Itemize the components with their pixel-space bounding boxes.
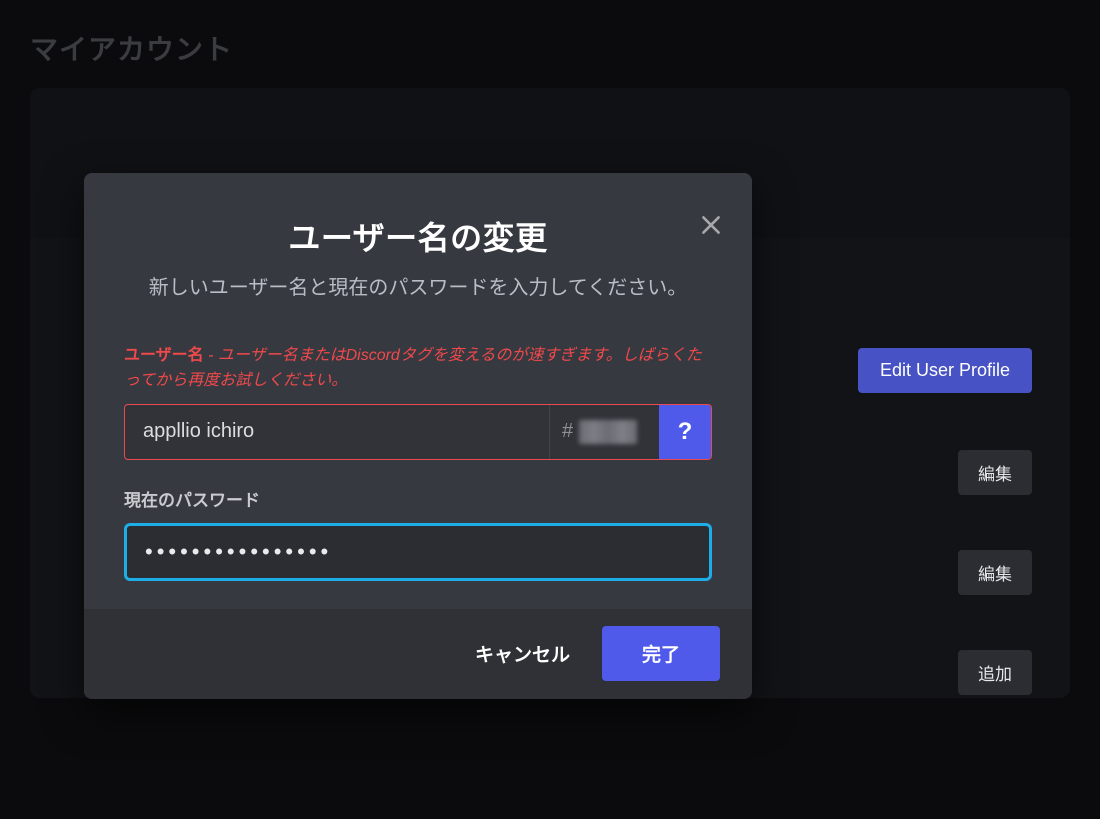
username-help-button[interactable]: ?: [659, 405, 711, 459]
modal-title: ユーザー名の変更: [124, 213, 712, 259]
modal-subtitle: 新しいユーザー名と現在のパスワードを入力してください。: [124, 273, 712, 304]
close-icon: [698, 226, 724, 241]
modal-header: ユーザー名の変更 新しいユーザー名と現在のパスワードを入力してください。: [84, 173, 752, 314]
password-field-label: 現在のパスワード: [124, 486, 712, 511]
error-dash: -: [204, 347, 218, 364]
modal-backdrop: ユーザー名の変更 新しいユーザー名と現在のパスワードを入力してください。 ユーザ…: [0, 0, 1100, 819]
close-button[interactable]: [696, 211, 726, 241]
cancel-button[interactable]: キャンセル: [451, 626, 594, 681]
discriminator-box: #: [549, 405, 659, 459]
password-input[interactable]: [124, 523, 712, 581]
discriminator-blurred: [579, 420, 637, 444]
modal-footer: キャンセル 完了: [84, 609, 752, 699]
modal-body: ユーザー名 - ユーザー名またはDiscordタグを変えるのが速すぎます。しばら…: [84, 314, 752, 609]
done-button[interactable]: 完了: [602, 626, 720, 681]
username-input[interactable]: [125, 405, 549, 459]
username-input-row: # ?: [124, 404, 712, 460]
change-username-modal: ユーザー名の変更 新しいユーザー名と現在のパスワードを入力してください。 ユーザ…: [84, 173, 752, 699]
hash-symbol: #: [562, 420, 573, 443]
username-field-label: ユーザー名: [124, 347, 204, 364]
username-error-label: ユーザー名 - ユーザー名またはDiscordタグを変えるのが速すぎます。しばら…: [124, 344, 712, 394]
